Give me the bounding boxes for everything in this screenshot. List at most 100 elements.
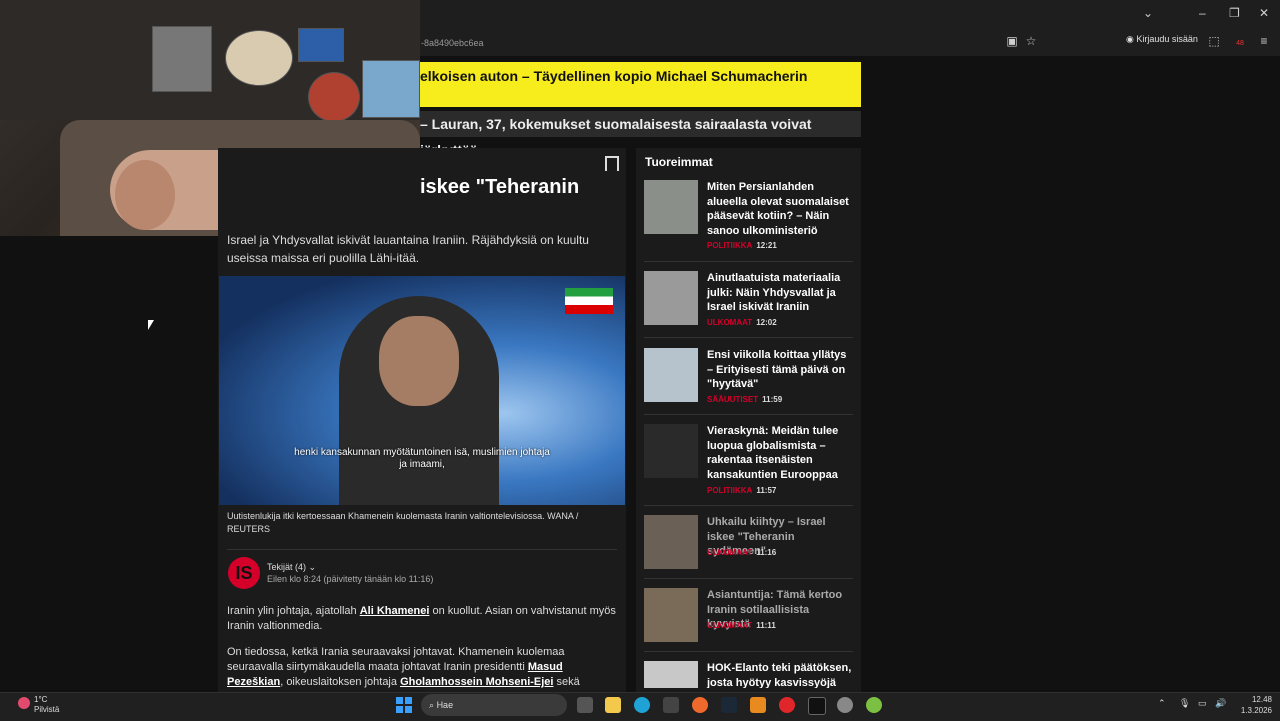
- article-lead: Israel ja Yhdysvallat iskivät lauantaina…: [227, 233, 589, 265]
- reader-mode-icon[interactable]: ▣: [1005, 34, 1019, 48]
- bookmark-star-icon[interactable]: ☆: [1024, 34, 1038, 48]
- news-meta: ULKOMAAT 11:16: [707, 548, 776, 557]
- news-meta: POLITIIKKA 11:57: [707, 486, 776, 495]
- news-time: 11:11: [756, 621, 776, 630]
- news-time: 11:59: [762, 395, 783, 404]
- promo-banner-yellow-text: elkoisen auton – Täydellinen kopio Micha…: [420, 68, 808, 84]
- vlc-icon[interactable]: [750, 697, 766, 713]
- news-category: ULKOMAAT: [707, 318, 753, 327]
- close-icon[interactable]: ✕: [1259, 6, 1269, 20]
- promo-banner-yellow[interactable]: elkoisen auton – Täydellinen kopio Micha…: [420, 62, 861, 107]
- start-button[interactable]: [396, 697, 412, 713]
- divider: [644, 261, 853, 262]
- news-time: 11:57: [756, 486, 777, 495]
- link-ali-khamenei[interactable]: Ali Khamenei: [360, 605, 430, 617]
- wall-poster: [152, 26, 212, 92]
- store-icon[interactable]: [663, 697, 679, 713]
- search-icon: ⌕: [429, 700, 435, 710]
- firefox-icon[interactable]: [692, 697, 708, 713]
- divider: [644, 505, 853, 506]
- news-thumbnail: [644, 271, 698, 325]
- video-anchor-face: [379, 316, 459, 406]
- publisher-logo: IS: [228, 557, 260, 589]
- sign-in-button[interactable]: ◉ Kirjaudu sisään: [1126, 34, 1198, 45]
- news-category: POLITIIKKA: [707, 241, 753, 250]
- article-headline: iskee "Teheranin: [420, 176, 580, 198]
- wall-flag: [298, 28, 344, 62]
- edge-icon[interactable]: [634, 697, 650, 713]
- wall-poster: [362, 60, 420, 118]
- news-category: POLITIIKKA: [707, 486, 753, 495]
- news-meta: POLITIIKKA 12:21: [707, 241, 777, 250]
- chevron-down-icon: ⌄: [308, 562, 317, 572]
- tray-chevron-icon[interactable]: ⌃: [1158, 698, 1166, 709]
- weather-temperature: 1°C: [34, 695, 48, 704]
- video-player[interactable]: henki kansakunnan myötätuntoinen isä, mu…: [219, 276, 625, 505]
- news-thumbnail: [644, 424, 698, 478]
- paragraph-text: Iranin ylin johtaja, ajatollah: [227, 605, 360, 617]
- steam-icon[interactable]: [721, 697, 737, 713]
- divider: [644, 578, 853, 579]
- extension-badge-icon[interactable]: 48: [1233, 34, 1247, 48]
- weather-icon: [18, 697, 30, 709]
- address-bar[interactable]: -8a8490ebc6ea: [405, 32, 1045, 54]
- bookmark-icon[interactable]: [605, 156, 619, 171]
- search-label: Hae: [436, 700, 454, 710]
- terminal-icon[interactable]: [808, 697, 826, 715]
- news-title: Vieraskynä: Meidän tulee luopua globalis…: [707, 425, 839, 481]
- taskbar-clock[interactable]: 12.48 1.3.2026: [1232, 694, 1272, 716]
- news-category: ULKOMAAT: [707, 621, 753, 630]
- news-category: ULKOMAAT: [707, 548, 753, 557]
- obs-icon[interactable]: [837, 697, 853, 713]
- news-thumbnail: [644, 180, 698, 234]
- news-item[interactable]: HOK-Elanto teki päätöksen, josta hyötyy …: [644, 661, 854, 688]
- news-time: 12:02: [756, 318, 777, 327]
- news-thumbnail: [644, 515, 698, 569]
- divider: [644, 414, 853, 415]
- news-title: Ensi viikolla koittaa yllätys – Erityise…: [707, 349, 847, 390]
- news-time: 11:16: [756, 548, 777, 557]
- opera-icon[interactable]: [779, 697, 795, 713]
- news-title: Ainutlaatuista materiaalia julki: Näin Y…: [707, 272, 841, 313]
- authors-toggle[interactable]: Tekijät (4) ⌄: [267, 562, 316, 573]
- news-meta: ULKOMAAT 11:11: [707, 621, 776, 630]
- clock-time: 12.48: [1251, 695, 1272, 704]
- extensions-icon[interactable]: ⬚: [1207, 34, 1221, 48]
- url-text: -8a8490ebc6ea: [421, 38, 484, 48]
- iran-flag-icon: [565, 288, 613, 314]
- divider: [644, 651, 853, 652]
- maximize-icon[interactable]: ❐: [1229, 6, 1240, 20]
- link-mohseni-ejei[interactable]: Gholamhossein Mohseni-Ejei: [400, 676, 553, 688]
- video-subtitle: henki kansakunnan myötätuntoinen isä, mu…: [294, 447, 550, 470]
- news-title: HOK-Elanto teki päätöksen, josta hyötyy …: [707, 662, 852, 688]
- microphone-icon[interactable]: 🎙: [1179, 698, 1190, 709]
- news-category: SÄÄUUTISET: [707, 395, 759, 404]
- wall-plate: [308, 72, 360, 122]
- news-time: 12:21: [756, 241, 777, 250]
- mouse-cursor-icon: [148, 320, 154, 330]
- authors-label: Tekijät (4): [267, 562, 307, 572]
- menu-icon[interactable]: ≡: [1257, 34, 1271, 48]
- paragraph-text: , oikeuslaitoksen johtaja: [280, 676, 401, 688]
- news-title: Miten Persianlahden alueella olevat suom…: [707, 181, 849, 237]
- task-view-icon[interactable]: [577, 697, 593, 713]
- news-thumbnail: [644, 661, 698, 688]
- divider: [227, 549, 617, 550]
- weather-condition: Pilvistä: [34, 705, 60, 714]
- taskbar-search[interactable]: ⌕ Hae: [421, 694, 567, 716]
- utorrent-icon[interactable]: [866, 697, 882, 713]
- paragraph-text: On tiedossa, ketkä Irania seuraavaksi jo…: [227, 646, 565, 673]
- chevron-down-icon[interactable]: ⌄: [1143, 6, 1153, 20]
- video-caption: Uutistenlukija itki kertoessaan Khamenei…: [227, 511, 579, 534]
- sign-in-label: Kirjaudu sisään: [1136, 34, 1198, 44]
- profile-icon: ◉: [1126, 34, 1134, 44]
- minimize-icon[interactable]: –: [1199, 6, 1206, 20]
- promo-banner-dark[interactable]: – Lauran, 37, kokemukset suomalaisesta s…: [420, 111, 861, 158]
- news-meta: ULKOMAAT 12:02: [707, 318, 777, 327]
- news-thumbnail: [644, 588, 698, 642]
- webcam-person-head: [115, 160, 175, 230]
- file-explorer-icon[interactable]: [605, 697, 621, 713]
- wall-badge: [225, 30, 293, 86]
- network-icon[interactable]: ▭: [1198, 698, 1207, 709]
- volume-icon[interactable]: 🔊: [1215, 698, 1226, 709]
